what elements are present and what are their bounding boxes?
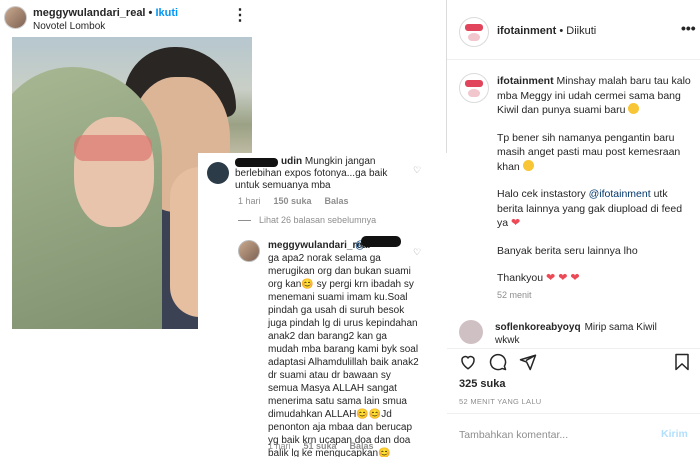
comment-text: udin Mungkin jangan berlebihan expos fot… <box>235 156 413 192</box>
comment-input[interactable] <box>459 426 649 444</box>
divider <box>238 220 251 221</box>
username-text[interactable]: meggywulandari_real <box>33 7 146 19</box>
more-options-icon[interactable]: ••• <box>681 20 696 36</box>
reply-avatar[interactable] <box>238 240 260 262</box>
post-timestamp[interactable]: 52 MENIT YANG LALU <box>459 397 542 406</box>
action-bar <box>447 348 700 372</box>
comment-composer: Kirim <box>447 413 700 457</box>
post-button[interactable]: Kirim <box>661 428 688 440</box>
smile-emoji-icon <box>628 103 640 114</box>
heart-icon: ❤ <box>546 272 556 284</box>
comment-time: 1 hari <box>238 196 261 206</box>
account-avatar[interactable] <box>459 17 489 47</box>
caption-text: Banyak berita seru lainnya lho <box>497 244 638 257</box>
post-header: meggywulandari_real • Ikuti Novotel Lomb… <box>0 0 447 36</box>
caption-mention[interactable]: @ifotainment <box>589 188 651 200</box>
comment-icon[interactable] <box>489 353 507 371</box>
like-count[interactable]: 325 suka <box>459 378 505 390</box>
heart-icon: ❤ <box>558 272 568 284</box>
commenter-avatar[interactable] <box>207 162 229 184</box>
account-username[interactable]: ifotainment <box>497 25 556 37</box>
caption-text: Thankyou <box>497 272 544 284</box>
commenter-avatar[interactable] <box>459 320 483 344</box>
laugh-emoji-icon <box>522 159 534 171</box>
comment-body: Mungkin jangan berlebihan expos fotonya.… <box>235 156 388 191</box>
commenter-username[interactable]: soflenkoreabyoyq <box>495 322 581 333</box>
caption: ifotainment Minshay malah baru tau kalo … <box>497 74 693 299</box>
heart-icon: ❤ <box>570 272 580 284</box>
caption-time[interactable]: 52 menit <box>497 290 532 300</box>
post-sidebar: ifotainment • Diikuti ••• ifotainment Mi… <box>447 0 700 457</box>
redaction <box>361 236 401 247</box>
reply-button[interactable]: Balas <box>350 441 374 451</box>
comment-likes[interactable]: 150 suka <box>274 196 312 206</box>
post-location[interactable]: Novotel Lombok <box>33 21 105 32</box>
heart-icon: ❤ <box>511 217 521 229</box>
following-button[interactable]: Diikuti <box>566 25 596 37</box>
share-icon[interactable] <box>519 353 537 371</box>
bookmark-icon[interactable] <box>673 353 691 371</box>
sidebar-header: ifotainment • Diikuti ••• <box>447 0 700 60</box>
like-icon[interactable]: ♡ <box>413 165 421 176</box>
commenter-username[interactable]: udin <box>281 156 302 167</box>
view-replies-link[interactable]: Lihat 26 balasan sebelumnya <box>259 215 376 225</box>
comment-thread: udin Mungkin jangan berlebihan expos fot… <box>198 153 447 457</box>
reply-meta: 1 hari 51 suka Balas <box>268 441 387 451</box>
comment-item: soflenkoreabyoyq Mirip sama Kiwil wkwk <box>495 321 679 347</box>
separator: • <box>559 25 564 37</box>
avatar[interactable] <box>4 6 27 29</box>
caption-avatar[interactable] <box>459 73 489 103</box>
reply-button[interactable]: Balas <box>325 196 349 206</box>
caption-text: Halo cek instastory <box>497 188 586 200</box>
caption-username[interactable]: ifotainment <box>497 75 554 87</box>
comment-meta: 1 hari 150 suka Balas <box>238 196 362 206</box>
reply-text: ga apa2 norak selama ga merugikan org da… <box>268 253 419 457</box>
reply-likes[interactable]: 51 suka <box>304 441 337 451</box>
heart-icon[interactable] <box>459 353 477 371</box>
post-username[interactable]: meggywulandari_real • Ikuti <box>33 7 178 19</box>
follow-button[interactable]: Ikuti <box>155 7 178 19</box>
reply-time: 1 hari <box>268 441 291 451</box>
more-options-icon[interactable]: ⋮ <box>232 5 248 25</box>
account-name: ifotainment • Diikuti <box>497 25 596 37</box>
embedded-screenshot: meggywulandari_real • Ikuti Novotel Lomb… <box>0 0 447 457</box>
